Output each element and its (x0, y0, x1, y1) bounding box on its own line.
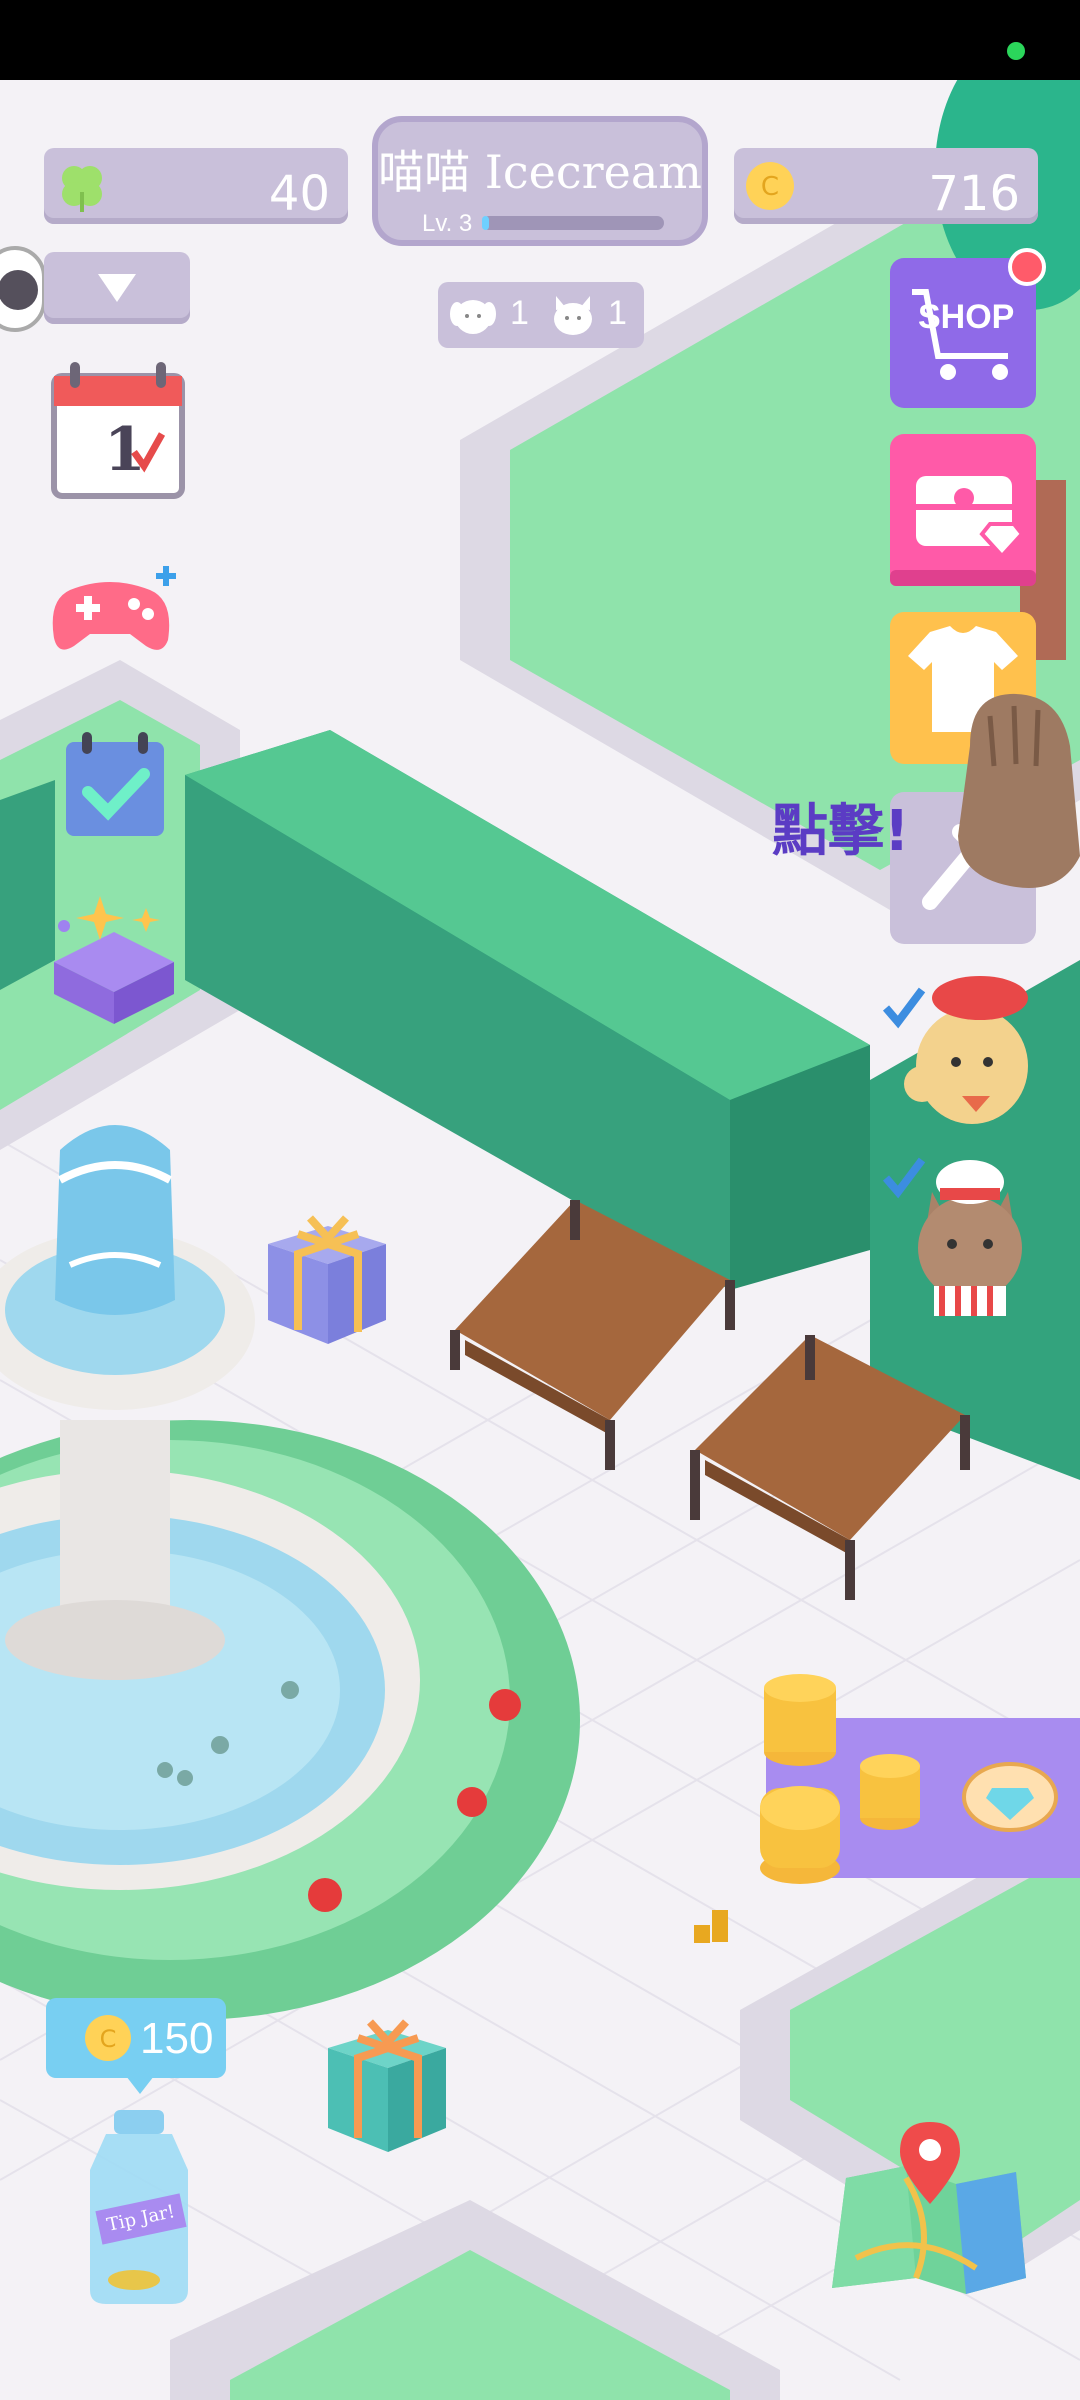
coin-count: 716 (928, 166, 1020, 222)
checklist-icon[interactable] (62, 730, 168, 840)
clover-count: 40 (268, 166, 330, 222)
svg-text:C: C (761, 172, 779, 202)
notification-dot (1008, 248, 1046, 286)
dropdown-button[interactable] (44, 252, 190, 324)
dropdown-arrow-icon (98, 274, 136, 302)
shop-button[interactable]: SHOP (890, 248, 1046, 408)
tip-amount: 150 (140, 2014, 214, 2063)
shop-title-panel[interactable]: 喵喵 Icecream Lv. 3 (372, 116, 708, 246)
coin-counter[interactable]: C 716 (734, 148, 1038, 224)
system-status-bar (0, 0, 1080, 80)
tap-hint-text: 點擊! (772, 799, 910, 864)
gem-icon (962, 1762, 1058, 1832)
clover-icon (62, 166, 102, 212)
coin-icon: C (85, 2015, 131, 2061)
dog-count: 1 (510, 294, 529, 332)
dog-chef-icon[interactable] (880, 966, 1040, 1136)
xp-bar (482, 216, 664, 230)
camera-indicator-dot (1007, 42, 1025, 60)
tip-amount-bubble[interactable]: C 150 (46, 1998, 226, 2094)
paw-icon (958, 693, 1080, 888)
treasure-chest-button[interactable] (890, 434, 1036, 586)
rose (489, 1689, 521, 1721)
coin-pile[interactable] (740, 1668, 940, 1888)
gamepad-icon[interactable] (50, 560, 186, 660)
coin-icon: C (746, 162, 794, 210)
shop-cart-icon (912, 289, 1008, 380)
xp-bar-fill (482, 216, 490, 230)
gift-icon[interactable] (262, 1204, 392, 1350)
svg-text:1: 1 (104, 415, 146, 485)
cat-count: 1 (608, 294, 627, 332)
cat-chef-icon[interactable] (880, 1140, 1040, 1318)
calendar-icon[interactable]: 1 (50, 360, 186, 500)
shop-name: 喵喵 Icecream (378, 145, 702, 199)
left-edge-handle[interactable] (0, 246, 46, 332)
tip-jar[interactable]: Tip Jar! (84, 2110, 194, 2306)
pet-counter[interactable]: 1 1 (438, 282, 644, 348)
cat-icon (554, 296, 592, 335)
mystery-box-icon[interactable] (50, 886, 180, 1026)
gift-icon[interactable] (322, 2008, 452, 2158)
shop-level: Lv. 3 (422, 210, 473, 237)
dog-icon (450, 300, 496, 334)
clover-counter[interactable]: 40 (44, 148, 348, 224)
map-icon[interactable] (826, 2118, 1032, 2298)
svg-text:C: C (100, 2025, 117, 2053)
